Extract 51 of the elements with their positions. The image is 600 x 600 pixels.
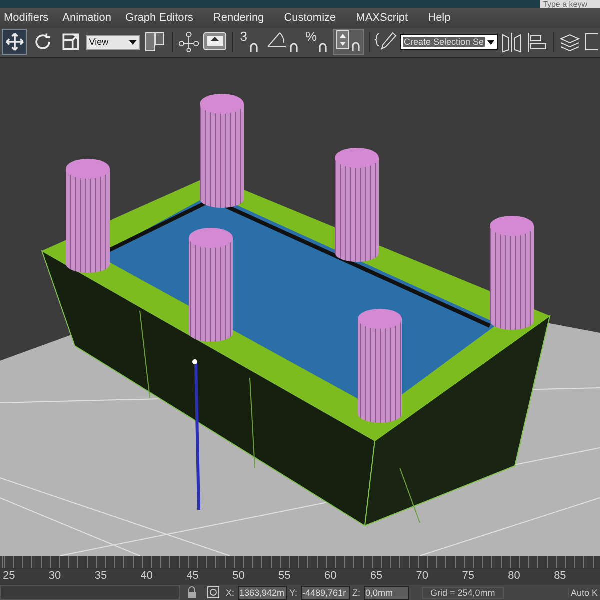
pivot-icon[interactable] — [143, 30, 168, 54]
spinner-snap-toggle[interactable] — [333, 29, 364, 56]
crosshair-icon[interactable] — [207, 586, 220, 599]
named-selection-dropdown[interactable]: Create Selection Se — [400, 34, 498, 50]
auto-key-button[interactable]: Auto K — [568, 588, 600, 598]
frame-number: 55 — [278, 568, 292, 584]
grid-size-display: Grid = 254,0mm — [422, 586, 504, 598]
menu-item[interactable]: Customize — [284, 12, 336, 24]
reference-coordinate-dropdown[interactable]: View — [86, 34, 140, 50]
menu-item[interactable]: MAXScript — [356, 12, 408, 24]
frame-number: 50 — [232, 568, 246, 584]
hierarchy-icon[interactable] — [178, 31, 200, 54]
move-icon — [4, 31, 26, 54]
x-coordinate-field[interactable]: 1363,942m — [238, 586, 287, 600]
snap-toggle[interactable]: 3 — [238, 29, 261, 56]
perspective-viewport[interactable] — [0, 58, 600, 556]
frame-number: 45 — [186, 568, 200, 584]
z-coordinate-field[interactable]: 0,0mm — [364, 586, 409, 600]
menu-item[interactable]: Help — [428, 12, 451, 24]
frame-number: 60 — [324, 568, 338, 584]
frame-number: 35 — [94, 568, 108, 584]
frame-number: 75 — [462, 568, 476, 584]
spinner-icon — [336, 30, 350, 50]
y-coordinate-field[interactable]: -4489,761r — [300, 586, 350, 600]
menu-item[interactable]: Graph Editors — [126, 12, 194, 24]
frame-number: 70 — [416, 568, 430, 584]
mirror-icon[interactable] — [501, 31, 524, 54]
magnet-icon — [351, 41, 362, 52]
z-label: Z: — [352, 588, 361, 598]
upload-tray-icon[interactable] — [203, 31, 228, 54]
x-label: X: — [226, 588, 235, 598]
magnet-icon — [248, 42, 259, 52]
y-label: Y: — [290, 588, 298, 598]
frame-number: 85 — [554, 568, 568, 584]
menu-item[interactable]: Animation — [62, 12, 112, 24]
search-field[interactable]: Type a keyw — [540, 0, 600, 8]
panel-icon[interactable] — [584, 31, 598, 54]
frame-number: 25 — [3, 568, 16, 584]
lock-icon[interactable] — [186, 586, 198, 599]
frame-number: 40 — [140, 568, 154, 584]
move-tool-button[interactable] — [2, 29, 28, 56]
magnet-icon — [318, 42, 328, 52]
frame-number: 80 — [508, 568, 522, 584]
frame-number: 65 — [370, 568, 384, 584]
snap-toggle[interactable]: % — [304, 29, 330, 56]
menu-item[interactable]: Rendering — [213, 12, 264, 24]
align-icon[interactable] — [526, 31, 548, 54]
menu-item[interactable]: Modifiers — [4, 12, 49, 24]
magnet-icon — [288, 42, 299, 52]
timeline-ruler[interactable]: 25 30 35 40 45 50 55 60 65 70 75 80 85 — [0, 556, 600, 585]
frame-number: 30 — [48, 568, 62, 584]
